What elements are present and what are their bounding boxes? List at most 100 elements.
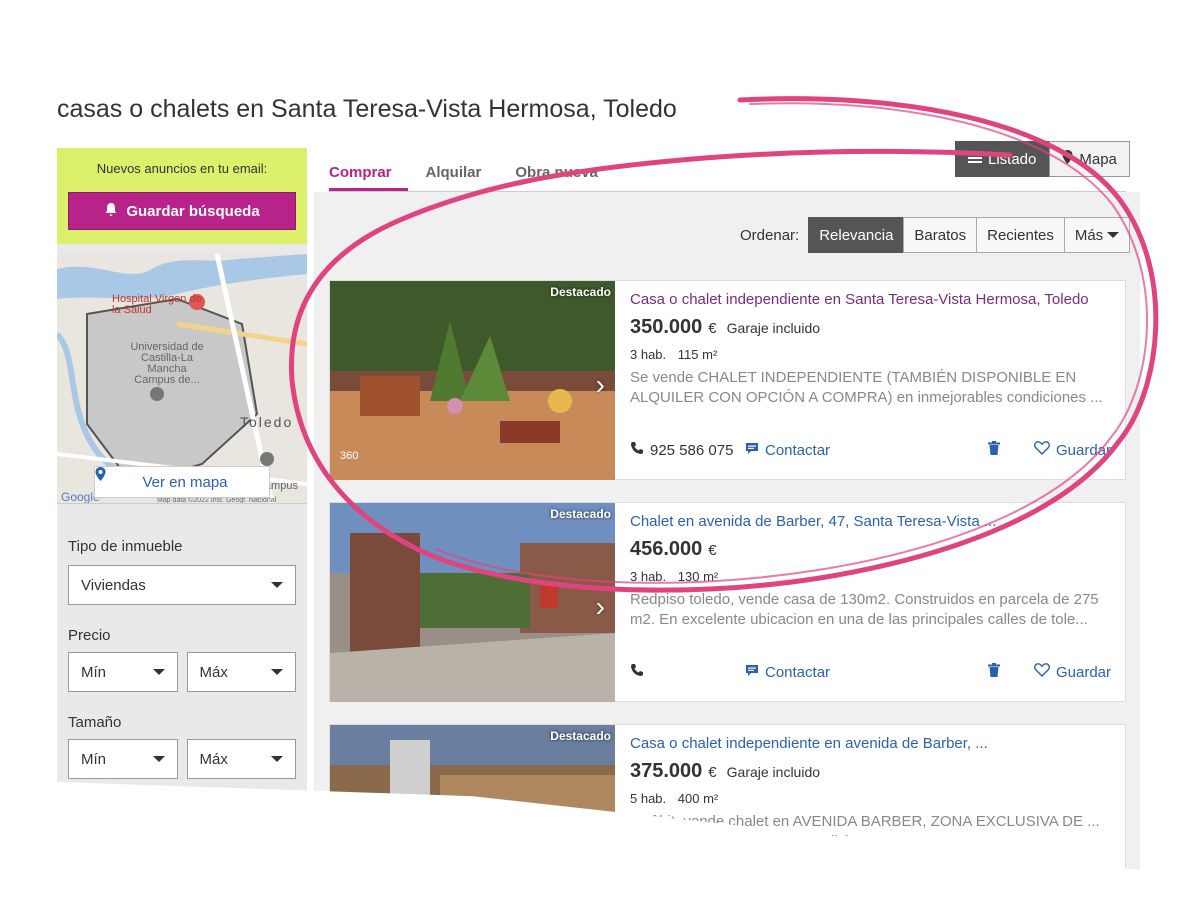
chevron-down-icon bbox=[271, 669, 283, 675]
featured-badge: Destacado bbox=[550, 285, 611, 299]
phone-button[interactable]: 925 586 075 bbox=[630, 441, 745, 459]
save-listing-button[interactable]: Guardar bbox=[1033, 663, 1111, 681]
phone-number: 925 586 075 bbox=[650, 441, 734, 459]
map-view-button[interactable]: Mapa bbox=[1049, 141, 1130, 177]
chevron-down-icon bbox=[271, 582, 283, 588]
listing-title[interactable]: Chalet en avenida de Barber, 47, Santa T… bbox=[630, 513, 1113, 530]
price-min-value: Mín bbox=[81, 663, 107, 681]
size-min-select[interactable]: Mín bbox=[68, 739, 178, 779]
listing-rooms: 3 hab. bbox=[630, 347, 667, 362]
listing-photo[interactable]: Destacado › 360 bbox=[330, 281, 615, 480]
save-listing-button[interactable]: Guardar bbox=[1033, 441, 1111, 459]
listing-currency: € bbox=[708, 764, 717, 781]
listing-price: 375.000 bbox=[630, 760, 703, 782]
contact-label: Contactar bbox=[765, 663, 831, 681]
sort-relevance-button[interactable]: Relevancia bbox=[808, 217, 905, 253]
phone-icon bbox=[630, 663, 644, 681]
listing-currency: € bbox=[708, 542, 717, 559]
listing-photo[interactable]: Destacado › bbox=[330, 503, 615, 702]
tab-comprar[interactable]: Comprar bbox=[329, 164, 408, 191]
property-type-label: Tipo de inmueble bbox=[68, 538, 183, 555]
property-type-value: Viviendas bbox=[81, 576, 146, 594]
listing-actions: Contactar Guardar bbox=[630, 663, 1111, 681]
chevron-down-icon bbox=[152, 669, 165, 675]
save-label: Guardar bbox=[1055, 663, 1111, 681]
map-attribution: Map data ©2022 Inst. Geogr. Nacional bbox=[157, 497, 277, 504]
listing-size: 115 m² bbox=[677, 347, 718, 362]
price-min-select[interactable]: Mín bbox=[68, 652, 178, 692]
size-min-value: Mín bbox=[81, 750, 107, 768]
view-switch: Listado Mapa bbox=[955, 141, 1130, 177]
listing-title[interactable]: Casa o chalet independiente en Santa Ter… bbox=[630, 291, 1113, 308]
save-search-label: Guardar búsqueda bbox=[126, 202, 260, 220]
price-max-select[interactable]: Máx bbox=[186, 652, 296, 692]
tab-alquilar[interactable]: Alquilar bbox=[426, 164, 498, 191]
tab-obra-nueva[interactable]: Obra nueva bbox=[515, 164, 614, 191]
contact-button[interactable]: Contactar bbox=[745, 442, 830, 459]
mini-map[interactable]: Hospital Virgen de la Salud Universidad … bbox=[57, 254, 307, 504]
heart-icon bbox=[1033, 663, 1050, 681]
trash-icon[interactable] bbox=[987, 663, 1000, 681]
featured-badge: Destacado bbox=[550, 729, 611, 743]
size-label: Tamaño bbox=[68, 714, 122, 731]
trash-icon[interactable] bbox=[987, 441, 1000, 459]
page-title: casas o chalets en Santa Teresa-Vista He… bbox=[57, 95, 677, 123]
listing-size: 400 m² bbox=[677, 791, 719, 806]
listing-info: Chalet en avenida de Barber, 47, Santa T… bbox=[630, 513, 1113, 630]
chevron-right-icon[interactable]: › bbox=[596, 591, 605, 623]
list-view-label: Listado bbox=[988, 150, 1037, 168]
save-label: Guardar bbox=[1055, 441, 1111, 459]
listing-info: Casa o chalet independiente en Santa Ter… bbox=[630, 291, 1113, 408]
bell-icon bbox=[104, 202, 118, 221]
price-max-value: Máx bbox=[199, 663, 228, 681]
chevron-down-icon bbox=[271, 756, 283, 762]
sort-more-button[interactable]: Más bbox=[1063, 217, 1131, 253]
phone-button[interactable] bbox=[630, 663, 745, 681]
listing-extra: Garaje incluido bbox=[726, 764, 821, 780]
list-view-button[interactable]: Listado bbox=[955, 141, 1050, 177]
listing-description: Se vende CHALET INDEPENDIENTE (TAMBIÉN D… bbox=[630, 369, 1103, 406]
map-label-hospital: Hospital Virgen de la Salud bbox=[112, 293, 202, 316]
map-pin-icon bbox=[1062, 150, 1073, 168]
map-view-label: Mapa bbox=[1079, 150, 1117, 168]
size-max-value: Máx bbox=[199, 750, 228, 768]
sort-recent-button[interactable]: Recientes bbox=[976, 217, 1065, 253]
save-search-button[interactable]: Guardar búsqueda bbox=[68, 192, 296, 230]
heart-icon bbox=[1033, 441, 1050, 459]
view-map-label: Ver en mapa bbox=[142, 473, 228, 491]
list-icon bbox=[968, 151, 982, 168]
listing-actions: 925 586 075 Contactar Guardar bbox=[630, 441, 1111, 459]
featured-badge: Destacado bbox=[550, 507, 611, 521]
map-label-toledo: Toledo bbox=[240, 414, 294, 430]
map-label-university: Universidad de Castilla-La Mancha Campus… bbox=[130, 341, 204, 386]
price-label: Precio bbox=[68, 627, 111, 644]
listing-card[interactable]: Destacado › Chalet en avenida de Barber,… bbox=[329, 502, 1126, 702]
listing-price: 456.000 bbox=[630, 538, 703, 560]
email-alert-label: Nuevos anuncios en tu email: bbox=[96, 161, 268, 176]
listing-rooms: 5 hab. bbox=[630, 791, 667, 806]
listing-price: 350.000 bbox=[630, 316, 703, 338]
chevron-down-icon bbox=[152, 756, 165, 762]
listing-extra: Garaje incluido bbox=[726, 320, 821, 336]
email-alert-box: Nuevos anuncios en tu email: Guardar bús… bbox=[57, 148, 307, 244]
chat-icon bbox=[745, 442, 759, 459]
chat-icon bbox=[745, 664, 759, 681]
listing-currency: € bbox=[708, 320, 717, 337]
view-map-button[interactable]: Ver en mapa bbox=[94, 466, 270, 498]
sort-more-label: Más bbox=[1074, 226, 1104, 244]
sort-bar: Ordenar: Relevancia Baratos Recientes Má… bbox=[740, 217, 1131, 253]
tour-360-tag: 360 bbox=[340, 450, 359, 462]
property-type-select[interactable]: Viviendas bbox=[68, 565, 296, 605]
sort-label: Ordenar: bbox=[740, 226, 800, 244]
listing-title[interactable]: Casa o chalet independiente en avenida d… bbox=[630, 735, 1113, 752]
phone-icon bbox=[630, 441, 644, 459]
chevron-right-icon[interactable]: › bbox=[596, 369, 605, 401]
sort-cheapest-button[interactable]: Baratos bbox=[903, 217, 978, 253]
listing-rooms: 3 hab. bbox=[630, 569, 667, 584]
size-max-select[interactable]: Máx bbox=[186, 739, 296, 779]
contact-button[interactable]: Contactar bbox=[745, 664, 830, 681]
listing-size: 130 m² bbox=[677, 569, 719, 584]
chevron-down-icon bbox=[1107, 232, 1120, 238]
sidebar: Nuevos anuncios en tu email: Guardar bús… bbox=[57, 148, 307, 800]
listing-card[interactable]: Destacado › 360 Casa o chalet independie… bbox=[329, 280, 1126, 480]
